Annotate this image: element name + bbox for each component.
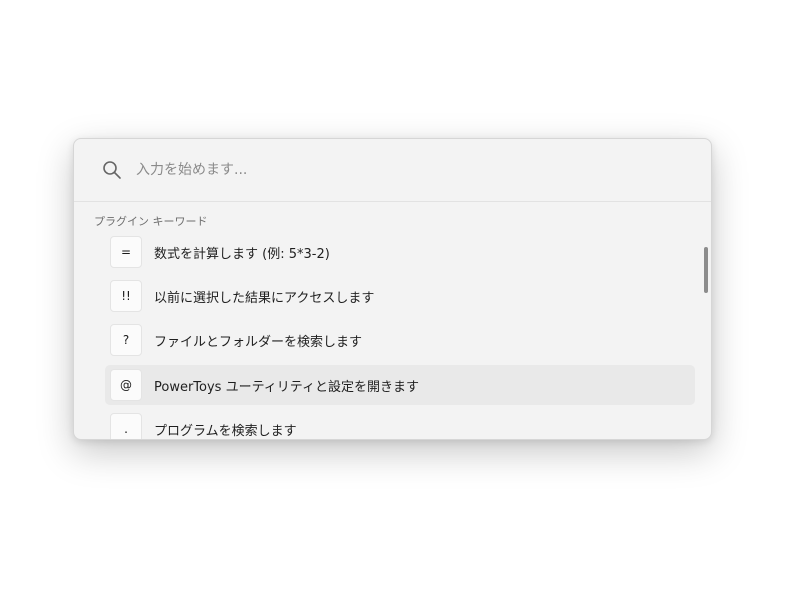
list-item-program-search[interactable]: . プログラムを検索します: [105, 409, 695, 439]
keyword-badge: =: [110, 236, 142, 268]
list-item-powertoys[interactable]: @ PowerToys ユーティリティと設定を開きます: [105, 365, 695, 405]
list-item-file-search[interactable]: ? ファイルとフォルダーを検索します: [105, 320, 695, 360]
item-label: PowerToys ユーティリティと設定を開きます: [154, 380, 420, 395]
powertoys-run-window: プラグイン キーワード = 数式を計算します (例: 5*3-2) !! 以前に…: [73, 138, 712, 440]
scrollbar-thumb[interactable]: [704, 247, 708, 293]
keyword-badge: !!: [110, 280, 142, 312]
list-item-calculator[interactable]: = 数式を計算します (例: 5*3-2): [105, 232, 695, 272]
section-header: プラグイン キーワード: [94, 215, 208, 228]
keyword-badge: .: [110, 413, 142, 439]
list-item-history[interactable]: !! 以前に選択した結果にアクセスします: [105, 276, 695, 316]
search-bar: [74, 139, 711, 202]
keyword-badge: @: [110, 369, 142, 401]
search-icon: [102, 160, 122, 180]
search-input[interactable]: [136, 157, 676, 183]
item-label: ファイルとフォルダーを検索します: [154, 335, 363, 350]
item-label: プログラムを検索します: [154, 424, 297, 439]
item-label: 以前に選択した結果にアクセスします: [154, 291, 375, 306]
plugin-keyword-list: = 数式を計算します (例: 5*3-2) !! 以前に選択した結果にアクセスし…: [74, 232, 711, 439]
item-label: 数式を計算します (例: 5*3-2): [154, 247, 330, 262]
keyword-badge: ?: [110, 324, 142, 356]
